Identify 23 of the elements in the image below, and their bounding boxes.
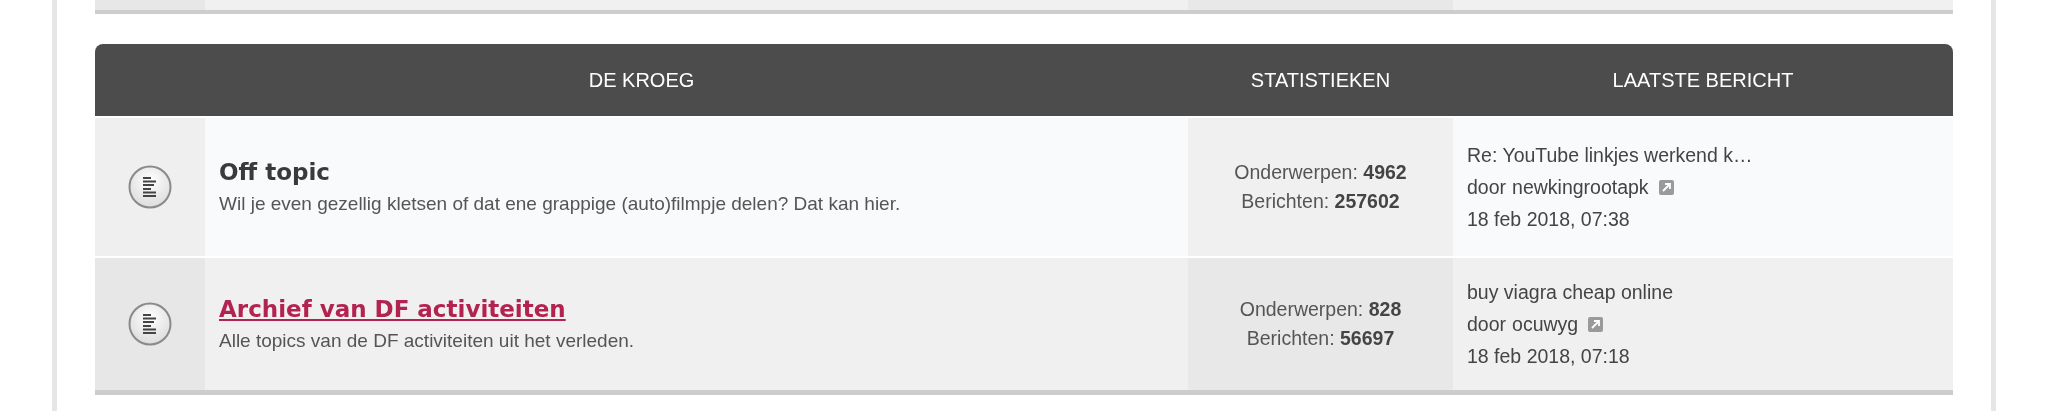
last-post-by: door — [1467, 312, 1507, 336]
topics-count: Onderwerpen: 828 — [1239, 298, 1402, 321]
forum-icon — [128, 165, 172, 209]
forum-icon — [128, 302, 172, 346]
column-heading: STATISTIEKEN — [1249, 68, 1392, 92]
last-post-author[interactable]: ocuwyg — [1512, 312, 1579, 336]
forum-title-link[interactable]: Off topic — [219, 159, 330, 185]
last-post-subject[interactable]: Re: YouTube linkjes werkend k… — [1467, 143, 1753, 167]
column-heading: LAATSTE BERICHT — [1611, 68, 1795, 92]
goto-post-icon[interactable] — [1658, 179, 1674, 195]
forum-title-link[interactable]: Archief van DF activiteiten — [219, 296, 566, 322]
column-heading: DE KROEG — [587, 68, 696, 92]
forum-description: Wil je even gezellig kletsen of dat ene grappige (auto)filmpje delen? Dat kan hier. — [219, 193, 902, 215]
goto-post-icon[interactable] — [1588, 316, 1604, 332]
last-post-date: 18 feb 2018, 07:38 — [1467, 207, 1630, 231]
last-post-author[interactable]: newkingrootapk — [1512, 175, 1649, 199]
topics-count: Onderwerpen: 4962 — [1234, 161, 1407, 184]
last-post-subject[interactable]: buy viagra cheap online — [1467, 280, 1673, 304]
posts-count: Berichten: 257602 — [1241, 190, 1400, 213]
last-post-date: 18 feb 2018, 07:18 — [1467, 344, 1630, 368]
last-post-by: door — [1467, 175, 1507, 199]
forum-description: Alle topics van de DF activiteiten uit het verleden. — [219, 330, 636, 352]
posts-count: Berichten: 56697 — [1246, 327, 1395, 350]
